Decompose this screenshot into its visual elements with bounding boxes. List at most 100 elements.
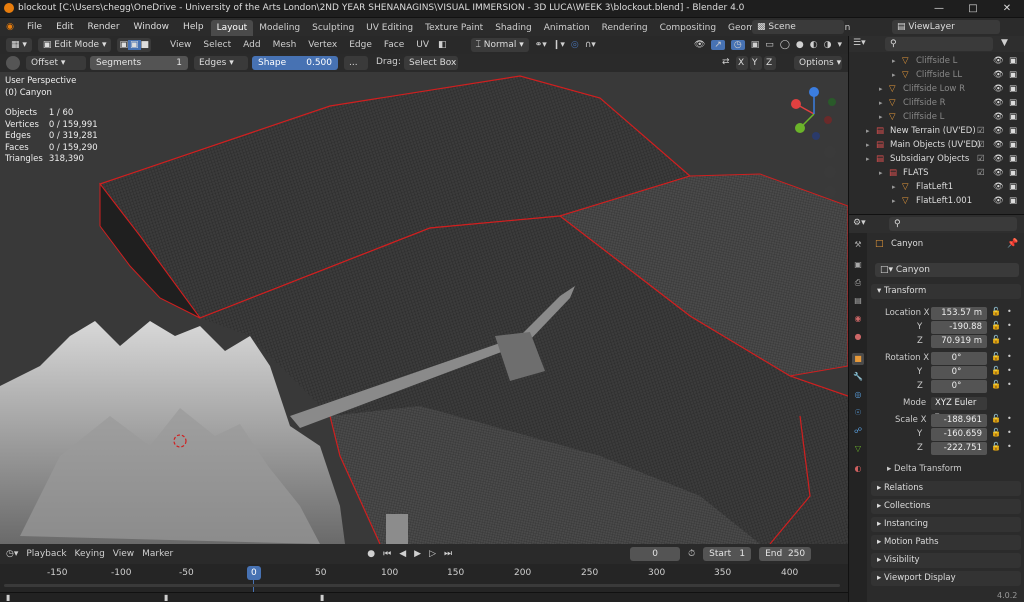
- outliner-row[interactable]: ▸ ▽ FlatLeft1.001 👁 ▣: [849, 194, 1024, 208]
- menu-render[interactable]: Render: [81, 18, 127, 36]
- shading-options-icon[interactable]: ▾: [837, 40, 848, 50]
- world-tab-icon[interactable]: ●: [852, 331, 864, 343]
- modifier-tab-icon[interactable]: 🔧: [852, 371, 864, 383]
- render-tab-icon[interactable]: ▣: [852, 259, 864, 271]
- tab-shading[interactable]: Shading: [489, 20, 538, 36]
- tab-texture-paint[interactable]: Texture Paint: [419, 20, 489, 36]
- checkbox-icon[interactable]: ☑: [977, 166, 985, 180]
- physics-tab-icon[interactable]: ☉: [852, 407, 864, 419]
- end-frame-field[interactable]: End 250: [759, 547, 812, 561]
- rotation-mode-dropdown[interactable]: XYZ Euler ▾: [931, 397, 987, 421]
- mirror-y-toggle[interactable]: Y: [750, 56, 762, 70]
- prev-keyframe-icon[interactable]: ◀: [399, 549, 406, 559]
- outliner-row[interactable]: ▸ ▤ FLATS ☑ 👁 ▣: [849, 166, 1024, 180]
- jump-start-icon[interactable]: ⏮: [383, 549, 391, 559]
- material-tab-icon[interactable]: ◐: [852, 463, 864, 475]
- camera-icon[interactable]: ▣: [1009, 110, 1017, 124]
- start-frame-field[interactable]: Start 1: [703, 547, 752, 561]
- menu-add[interactable]: Add: [240, 36, 263, 54]
- 3d-viewport[interactable]: ▦ ▾ ▣ Edit Mode ▾ ▣ ▣ ■ View Select Add Me…: [0, 36, 848, 544]
- scale-x-field[interactable]: -188.961: [931, 414, 987, 427]
- mesh-data-tab-icon[interactable]: ▽: [852, 443, 864, 455]
- keyframe-dot-icon[interactable]: •: [1007, 380, 1012, 389]
- expand-arrow-icon[interactable]: ▸: [892, 54, 896, 68]
- minimize-icon[interactable]: —: [922, 0, 956, 18]
- overlays-icon[interactable]: ◷: [730, 40, 745, 50]
- camera-icon[interactable]: ▣: [1009, 54, 1017, 68]
- camera-icon[interactable]: ▣: [1009, 124, 1017, 138]
- viewport-display-panel-header[interactable]: ▸ Viewport Display: [871, 571, 1021, 586]
- expand-arrow-icon[interactable]: ▸: [866, 138, 870, 152]
- eye-icon[interactable]: 👁: [993, 166, 1004, 180]
- outliner-search-field[interactable]: ⚲: [885, 37, 993, 51]
- outliner-row[interactable]: ▸ ▽ FlatLeft1 👁 ▣: [849, 180, 1024, 194]
- camera-icon[interactable]: ▣: [1009, 152, 1017, 166]
- menu-file[interactable]: File: [20, 18, 49, 36]
- vertex-select-icon[interactable]: ▣: [119, 40, 128, 50]
- motion-paths-panel-header[interactable]: ▸ Motion Paths: [871, 535, 1021, 550]
- camera-icon[interactable]: ▣: [1009, 180, 1017, 194]
- record-icon[interactable]: ●: [367, 549, 375, 559]
- constraints-tab-icon[interactable]: ☍: [852, 425, 864, 437]
- view-layer-selector[interactable]: ▤ ViewLayer: [892, 20, 1000, 34]
- menu-uv[interactable]: UV: [413, 36, 432, 54]
- menu-select[interactable]: Select: [200, 36, 234, 54]
- tab-sculpting[interactable]: Sculpting: [306, 20, 360, 36]
- offset-dropdown[interactable]: Offset ▾: [26, 56, 86, 70]
- filter-icon[interactable]: ▼: [1001, 38, 1008, 48]
- play-icon[interactable]: ▶: [414, 549, 421, 559]
- menu-vertex[interactable]: Vertex: [305, 36, 340, 54]
- view-layer-tab-icon[interactable]: ▤: [852, 295, 864, 307]
- eye-icon[interactable]: 👁: [993, 194, 1004, 208]
- menu-view[interactable]: View: [167, 36, 194, 54]
- tool-tab-icon[interactable]: ⚒: [852, 239, 864, 251]
- rotation-z-field[interactable]: 0°: [931, 380, 987, 393]
- checkbox-icon[interactable]: ☑: [977, 138, 985, 152]
- options-dropdown[interactable]: Options ▾: [794, 56, 842, 70]
- next-keyframe-icon[interactable]: ▷: [429, 549, 436, 559]
- tab-animation[interactable]: Animation: [538, 20, 596, 36]
- stopwatch-icon[interactable]: ⏱: [688, 549, 695, 559]
- menu-help[interactable]: Help: [176, 18, 211, 36]
- shape-field[interactable]: Shape 0.500: [252, 56, 338, 70]
- lock-icon[interactable]: 🔓: [991, 321, 1001, 330]
- maximize-icon[interactable]: □: [956, 0, 990, 18]
- rotation-x-field[interactable]: 0°: [931, 352, 987, 365]
- mirror-x-toggle[interactable]: X: [736, 56, 748, 70]
- expand-arrow-icon[interactable]: ▸: [879, 110, 883, 124]
- pan-hand-icon[interactable]: [824, 166, 836, 178]
- blender-menu-icon[interactable]: ◉: [0, 22, 20, 32]
- expand-arrow-icon[interactable]: ▸: [879, 166, 883, 180]
- expand-arrow-icon[interactable]: ▸: [892, 68, 896, 82]
- tab-rendering[interactable]: Rendering: [596, 20, 654, 36]
- camera-icon[interactable]: ▣: [1009, 96, 1017, 110]
- mode-selector[interactable]: ▣ Edit Mode ▾: [37, 38, 112, 52]
- affect-dropdown[interactable]: Edges ▾: [194, 56, 248, 70]
- keyframe-dot-icon[interactable]: •: [1007, 442, 1012, 451]
- expand-arrow-icon[interactable]: ▸: [892, 194, 896, 208]
- object-tab-icon[interactable]: ■: [852, 353, 864, 365]
- tab-modeling[interactable]: Modeling: [253, 20, 306, 36]
- menu-edit[interactable]: Edit: [49, 18, 80, 36]
- output-tab-icon[interactable]: ⎙: [852, 277, 864, 289]
- outliner-editor-icon[interactable]: ☰▾: [853, 38, 866, 48]
- eye-icon[interactable]: 👁: [993, 138, 1004, 152]
- tab-layout[interactable]: Layout: [210, 19, 254, 36]
- eye-icon[interactable]: 👁: [993, 124, 1004, 138]
- pivot-icon[interactable]: ⚭▾: [535, 40, 547, 50]
- drag-dropdown[interactable]: Select Box: [404, 56, 458, 70]
- mirror-z-toggle[interactable]: Z: [764, 56, 776, 70]
- tab-compositing[interactable]: Compositing: [654, 20, 722, 36]
- camera-view-icon[interactable]: [824, 186, 836, 198]
- lock-icon[interactable]: 🔓: [991, 335, 1001, 344]
- camera-icon[interactable]: ▣: [1009, 166, 1017, 180]
- zoom-icon[interactable]: [824, 146, 836, 158]
- menu-mesh[interactable]: Mesh: [270, 36, 300, 54]
- keyframe-dot-icon[interactable]: •: [1007, 366, 1012, 375]
- solid-shading-icon[interactable]: ●: [796, 40, 804, 50]
- eye-icon[interactable]: 👁: [993, 152, 1004, 166]
- snap-icon[interactable]: ❙▾: [553, 40, 565, 50]
- relations-panel-header[interactable]: ▸ Relations: [871, 481, 1021, 496]
- location-x-field[interactable]: 153.57 m: [931, 307, 987, 320]
- terrain-mesh-view[interactable]: [0, 36, 848, 544]
